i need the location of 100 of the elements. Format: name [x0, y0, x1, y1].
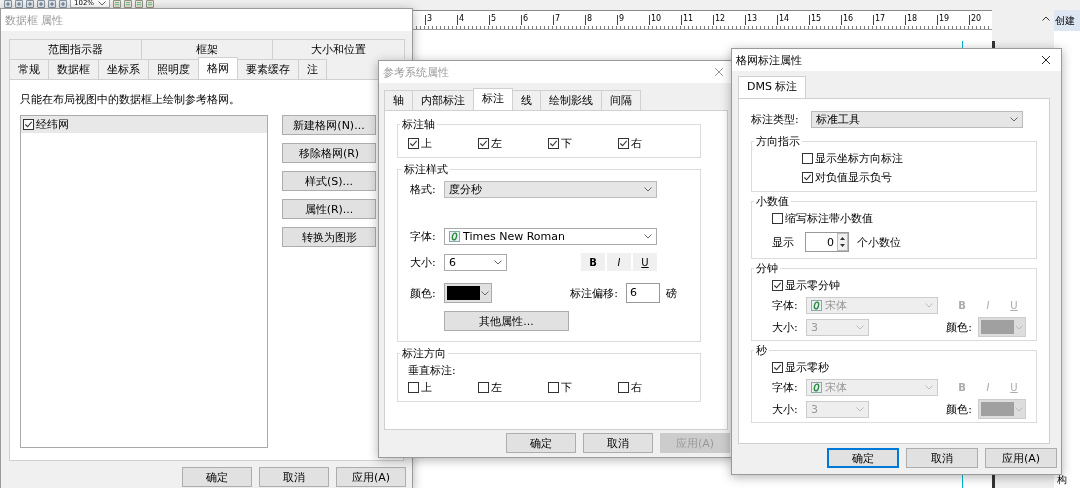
checkbox-label: 下 [561, 380, 572, 395]
ruler-label: 16 [841, 15, 873, 25]
action-button[interactable]: 属性(R)... [282, 199, 376, 219]
toolbar-icon[interactable] [37, 0, 45, 8]
group-title: 方向指示 [755, 134, 801, 149]
field-label: 个小数位 [857, 234, 901, 250]
checkbox[interactable] [618, 382, 629, 393]
action-button[interactable]: 样式(S)... [282, 171, 376, 191]
close-icon[interactable] [1041, 55, 1051, 65]
toolbar-icon[interactable] [15, 0, 23, 8]
bold-button[interactable]: B [581, 253, 605, 271]
ruler-label: 6 [521, 15, 553, 25]
checkbox[interactable] [408, 138, 419, 149]
ruler-label: 13 [745, 15, 777, 25]
dialog-button[interactable]: 取消 [259, 467, 329, 487]
field-label: 显示 [772, 234, 795, 250]
checkbox-label: 下 [561, 136, 572, 151]
tab[interactable]: 注 [298, 59, 327, 79]
action-button[interactable]: 转换为图形 [282, 227, 376, 247]
dropdown[interactable]: 6 [444, 253, 507, 271]
caret-icon [925, 384, 933, 390]
caret-icon [98, 1, 106, 6]
action-button[interactable]: 移除格网(R) [282, 143, 376, 163]
checkbox[interactable] [478, 382, 489, 393]
font-icon [449, 231, 460, 242]
toolbar-icon[interactable] [135, 0, 143, 8]
checkbox[interactable] [772, 213, 783, 224]
checkbox-label: 上 [421, 136, 432, 151]
dialog-button[interactable]: 确定 [827, 448, 899, 468]
group-title: 分钟 [755, 261, 779, 276]
spin-arrows-icon[interactable] [837, 233, 848, 251]
list-item[interactable]: 经纬网 [21, 116, 267, 133]
checkbox[interactable] [548, 138, 559, 149]
tab[interactable]: 格网 [198, 57, 238, 79]
group-title: 标注样式 [403, 162, 449, 177]
toolbar-icon[interactable] [26, 0, 34, 8]
input-field[interactable]: 6 [626, 283, 660, 303]
panel-title: 创建 [1054, 10, 1080, 31]
dialog-button[interactable]: 确定 [182, 467, 252, 487]
tab[interactable]: 范围指示器 [9, 39, 142, 59]
scroll-up-icon[interactable] [1042, 16, 1050, 21]
unit-label: 磅 [666, 285, 677, 301]
checkbox[interactable] [802, 153, 813, 164]
panel-tab[interactable]: 构 [1054, 473, 1080, 488]
toolbar-icon[interactable] [4, 0, 12, 8]
font-icon [811, 381, 822, 393]
caret-icon [644, 187, 652, 192]
group-title: 小数值 [755, 194, 790, 209]
checkbox[interactable] [478, 138, 489, 149]
checkbox[interactable] [772, 280, 783, 291]
dialog-button[interactable]: 应用(A) [336, 467, 406, 487]
tab[interactable]: 常规 [9, 59, 49, 79]
caret-icon [1015, 406, 1023, 412]
checkbox-label: 左 [491, 380, 502, 395]
checkbox[interactable] [23, 119, 34, 130]
ruler-label: 3 [425, 15, 457, 25]
checkbox[interactable] [772, 362, 783, 373]
checkbox-label: 右 [631, 380, 642, 395]
tab[interactable]: 标注 [473, 88, 513, 110]
toolbar-icon[interactable] [146, 0, 154, 8]
toolbar-icon[interactable] [113, 0, 121, 8]
checkbox[interactable] [408, 382, 419, 393]
dialog-button[interactable]: 取消 [583, 433, 653, 453]
dropdown[interactable]: Times New Roman [444, 228, 657, 245]
caret-icon [644, 234, 652, 239]
number-spinner[interactable]: 0 [805, 232, 849, 252]
dropdown[interactable]: 度分秒 [444, 181, 657, 198]
toolbar-icon[interactable] [124, 0, 132, 8]
ruler-label: 9 [617, 15, 649, 25]
action-button[interactable]: 新建格网(N)... [282, 115, 376, 135]
ruler-label: 10 [649, 15, 681, 25]
font-icon [811, 299, 822, 311]
ruler-label: 12 [713, 15, 745, 25]
toolbar-icon[interactable] [48, 0, 56, 8]
color-picker[interactable] [978, 399, 1026, 419]
checkbox[interactable] [618, 138, 629, 149]
more-properties-button[interactable]: 其他属性... [444, 311, 569, 331]
color-picker[interactable] [444, 283, 492, 303]
checkbox[interactable] [802, 172, 813, 183]
tab[interactable]: 间隔 [601, 90, 641, 110]
field-label: 标注类型: [751, 112, 799, 127]
tab[interactable]: 轴 [384, 90, 413, 110]
ruler-label: 18 [905, 15, 937, 25]
checkbox[interactable] [548, 382, 559, 393]
tab[interactable]: DMS 标注 [738, 76, 807, 98]
dialog-button[interactable]: 应用(A) [985, 448, 1057, 468]
ruler-label: 7 [553, 15, 585, 25]
checkbox-label: 显示坐标方向标注 [815, 151, 903, 166]
dialog-button[interactable]: 确定 [506, 433, 576, 453]
tab[interactable]: 大小和位置 [272, 39, 405, 59]
field-label: 大小: [772, 319, 799, 335]
color-picker[interactable] [978, 317, 1026, 337]
toolbar-icon[interactable] [59, 0, 67, 8]
group-title: 标注轴 [401, 117, 436, 132]
dialog-title: 数据框 属性 [5, 12, 64, 28]
dialog-button[interactable]: 取消 [906, 448, 978, 468]
dropdown[interactable]: 标准工具 [810, 111, 1023, 128]
underline-button[interactable]: U [633, 253, 657, 271]
field-label: 垂直标注: [408, 364, 456, 377]
italic-button[interactable]: I [607, 253, 631, 271]
